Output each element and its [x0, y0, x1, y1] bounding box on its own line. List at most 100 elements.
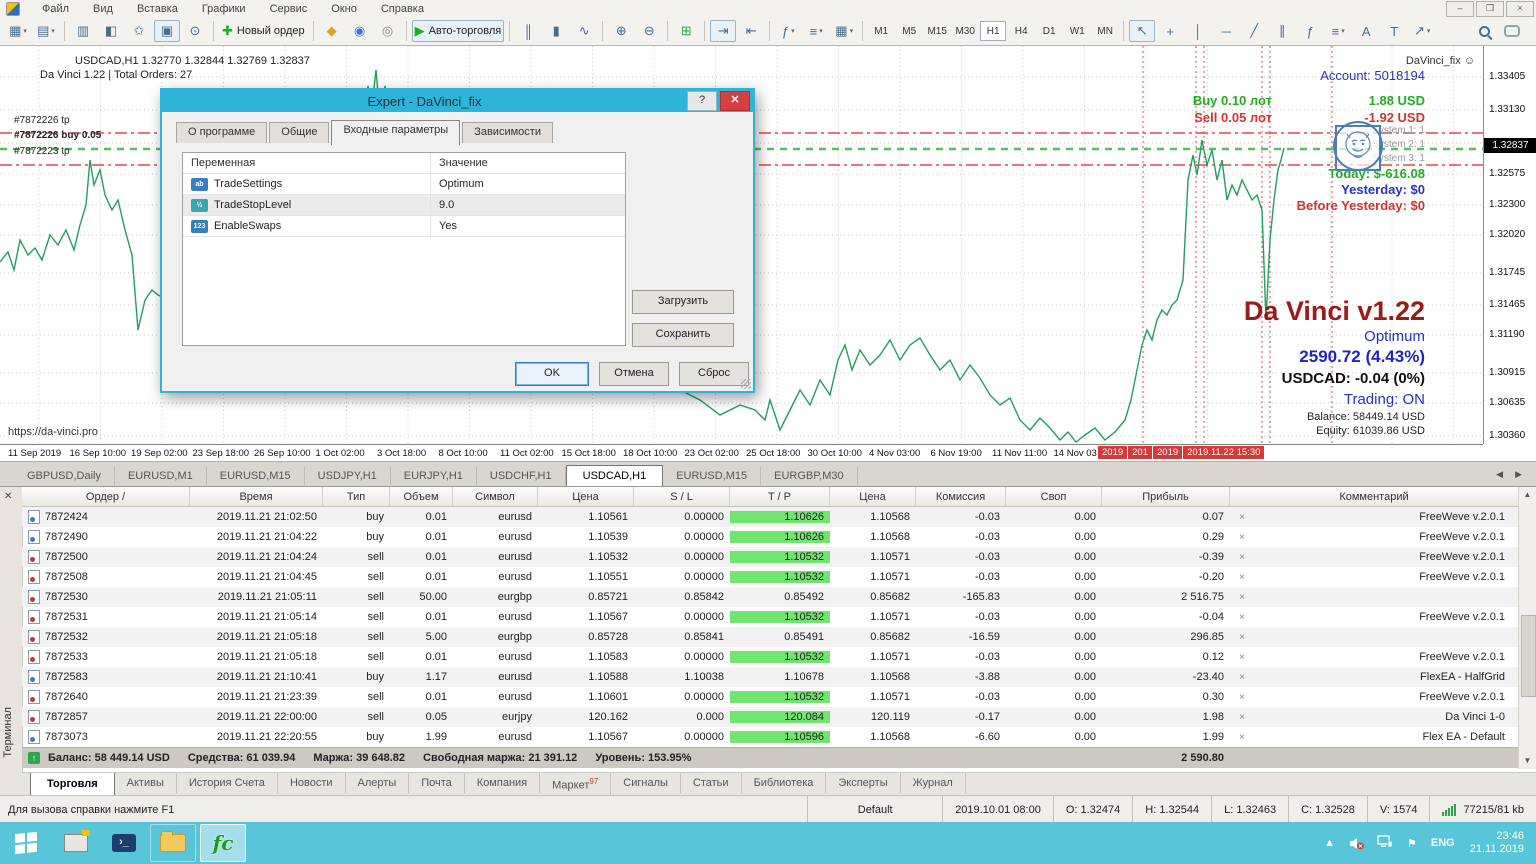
chart-tab-eurusd-m1[interactable]: EURUSD,M1: [115, 467, 207, 485]
save-button[interactable]: Сохранить: [632, 323, 734, 347]
order-row[interactable]: 78725832019.11.21 21:10:41buy1.17eurusd1…: [22, 667, 1519, 687]
timeframe-m5[interactable]: M5: [896, 21, 922, 41]
chart-shift-button[interactable]: ⇤: [738, 20, 764, 42]
column-header-0[interactable]: Ордер /: [22, 487, 190, 506]
terminal-scrollbar[interactable]: ▲ ▼: [1518, 487, 1536, 769]
dialog-tab-2[interactable]: Входные параметры: [331, 120, 460, 145]
metaeditor-button[interactable]: ◆: [319, 20, 345, 42]
vertical-line-button[interactable]: │: [1185, 20, 1211, 42]
param-row[interactable]: abTradeSettingsOptimum: [183, 174, 625, 195]
taskbar-file-explorer[interactable]: [150, 824, 196, 862]
timeframe-m15[interactable]: M15: [924, 21, 950, 41]
horizontal-line-button[interactable]: ─: [1213, 20, 1239, 42]
column-header-10[interactable]: Своп: [1006, 487, 1102, 506]
column-header-12[interactable]: Комментарий: [1230, 487, 1519, 506]
bar-chart-button[interactable]: ║: [515, 20, 541, 42]
chart-tab-usdjpy-h1[interactable]: USDJPY,H1: [305, 467, 391, 485]
order-row[interactable]: 78725302019.11.21 21:05:11sell50.00eurgb…: [22, 587, 1519, 607]
zoom-in-button[interactable]: ⊕: [608, 20, 634, 42]
close-order-button[interactable]: ×: [1230, 712, 1254, 723]
terminal-tab-5[interactable]: Почта: [409, 773, 465, 793]
param-value[interactable]: Yes: [431, 220, 625, 232]
cursor-button[interactable]: ↖: [1129, 20, 1155, 42]
ok-button[interactable]: OK: [515, 362, 589, 386]
terminal-close-icon[interactable]: ✕: [4, 491, 12, 502]
menu-item-6[interactable]: Справка: [369, 2, 436, 16]
tile-windows-button[interactable]: ⊞: [673, 20, 699, 42]
chart-tab-eurjpy-h1[interactable]: EURJPY,H1: [391, 467, 477, 485]
dialog-tab-3[interactable]: Зависимости: [462, 122, 553, 143]
action-center-flag-icon[interactable]: ⚑: [1407, 837, 1417, 850]
column-header-9[interactable]: Комиссия: [916, 487, 1006, 506]
navigator-button[interactable]: ✩: [126, 20, 152, 42]
dialog-resize-grip[interactable]: [741, 379, 751, 389]
search-button[interactable]: [1471, 20, 1497, 42]
timeframe-w1[interactable]: W1: [1064, 21, 1090, 41]
menu-item-2[interactable]: Вставка: [125, 2, 190, 16]
column-header-7[interactable]: T / P: [730, 487, 830, 506]
chart-tab-gbpusd-daily[interactable]: GBPUSD,Daily: [14, 467, 115, 485]
order-row[interactable]: 78726402019.11.21 21:23:39sell0.01eurusd…: [22, 687, 1519, 707]
strategy-tester-button[interactable]: ⊙: [182, 20, 208, 42]
restore-button[interactable]: ❐: [1476, 1, 1504, 17]
minimize-button[interactable]: –: [1446, 1, 1474, 17]
objects-list-button[interactable]: ≡▾: [1325, 20, 1351, 42]
terminal-button[interactable]: ▣: [154, 20, 180, 42]
templates-button[interactable]: ▦▾: [831, 20, 857, 42]
order-row[interactable]: 78724242019.11.21 21:02:50buy0.01eurusd1…: [22, 507, 1519, 527]
taskbar-powershell[interactable]: ›_: [102, 825, 146, 861]
column-header-3[interactable]: Объем: [390, 487, 453, 506]
timeframe-d1[interactable]: D1: [1036, 21, 1062, 41]
auto-scroll-button[interactable]: ⇥: [710, 20, 736, 42]
terminal-tab-9[interactable]: Статьи: [681, 773, 742, 793]
new-order-button[interactable]: ✚Новый ордер: [219, 20, 308, 42]
timeframe-m30[interactable]: M30: [952, 21, 978, 41]
chart-tabs-next-button[interactable]: ▶: [1509, 469, 1528, 480]
data-window-button[interactable]: ◧: [98, 20, 124, 42]
arrow-objects-button[interactable]: ↗▾: [1409, 20, 1435, 42]
chart-tab-eurgbp-m30[interactable]: EURGBP,M30: [761, 467, 858, 485]
timeframe-h4[interactable]: H4: [1008, 21, 1034, 41]
network-icon[interactable]: [1377, 835, 1393, 851]
terminal-tab-3[interactable]: Новости: [278, 773, 346, 793]
close-order-button[interactable]: ×: [1230, 552, 1254, 563]
terminal-tab-6[interactable]: Компания: [465, 773, 540, 793]
column-header-11[interactable]: Прибыль: [1102, 487, 1230, 506]
close-order-button[interactable]: ×: [1230, 692, 1254, 703]
chat-button[interactable]: [1499, 20, 1525, 42]
cancel-button[interactable]: Отмена: [599, 362, 669, 386]
scrollbar-thumb[interactable]: [1521, 615, 1536, 697]
tray-expand-icon[interactable]: ▲: [1324, 837, 1335, 849]
price-scale[interactable]: 1.32837 1.334051.331301.325751.323001.32…: [1483, 46, 1536, 444]
chart-tab-eurusd-m15[interactable]: EURUSD,M15: [663, 467, 761, 485]
terminal-tab-8[interactable]: Сигналы: [611, 773, 681, 793]
menu-item-5[interactable]: Окно: [319, 2, 369, 16]
terminal-tab-2[interactable]: История Счета: [177, 773, 278, 793]
zoom-out-button[interactable]: ⊖: [636, 20, 662, 42]
taskbar-metatrader[interactable]: fc: [200, 824, 246, 862]
chart-tab-usdchf-h1[interactable]: USDCHF,H1: [477, 467, 566, 485]
profiles-button[interactable]: ▤▾: [33, 20, 59, 42]
indicators-button[interactable]: ƒ▾: [775, 20, 801, 42]
start-button[interactable]: [0, 822, 52, 864]
menu-item-3[interactable]: Графики: [190, 2, 258, 16]
menu-item-1[interactable]: Вид: [81, 2, 125, 16]
timeframe-h1[interactable]: H1: [980, 21, 1006, 41]
crosshair-button[interactable]: +: [1157, 20, 1183, 42]
text-button[interactable]: A: [1353, 20, 1379, 42]
metaquotes-button[interactable]: ◉: [347, 20, 373, 42]
column-header-5[interactable]: Цена: [538, 487, 634, 506]
equidistant-channel-button[interactable]: ∥: [1269, 20, 1295, 42]
terminal-tab-4[interactable]: Алерты: [346, 773, 410, 793]
timeframe-m1[interactable]: M1: [868, 21, 894, 41]
close-order-button[interactable]: ×: [1230, 672, 1254, 683]
candlestick-button[interactable]: ▮: [543, 20, 569, 42]
timeframe-mn[interactable]: MN: [1092, 21, 1118, 41]
close-order-button[interactable]: ×: [1230, 732, 1254, 743]
terminal-tab-7[interactable]: Маркет97: [540, 773, 611, 796]
status-profile[interactable]: Default: [807, 796, 942, 823]
terminal-tab-10[interactable]: Библиотека: [742, 773, 827, 793]
order-row[interactable]: 78728572019.11.21 22:00:00sell0.05eurjpy…: [22, 707, 1519, 727]
menu-item-0[interactable]: Файл: [30, 2, 81, 16]
order-row[interactable]: 78725322019.11.21 21:05:18sell5.00eurgbp…: [22, 627, 1519, 647]
